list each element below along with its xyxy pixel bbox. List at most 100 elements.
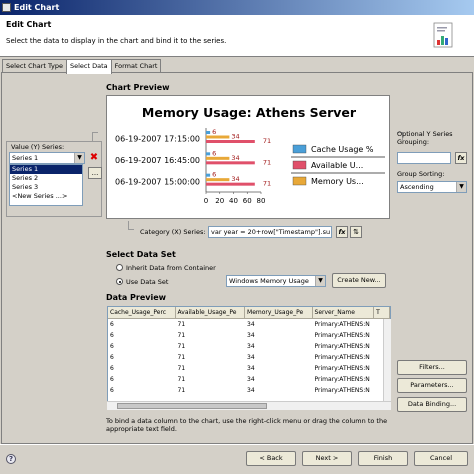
series-option[interactable]: <New Series ...> xyxy=(10,192,82,201)
delete-series-icon[interactable]: ✖ xyxy=(88,152,100,164)
create-new-button[interactable]: Create New... xyxy=(332,273,386,288)
help-icon[interactable]: ? xyxy=(6,454,16,464)
dialog-description: Select the data to display in the chart … xyxy=(6,37,227,45)
next-button[interactable]: Next > xyxy=(302,451,352,466)
table-cell: 71 xyxy=(177,387,186,394)
table-cell: 34 xyxy=(247,343,255,350)
legend-swatch xyxy=(292,176,307,186)
select-data-set-title: Select Data Set xyxy=(106,250,176,259)
chart-preview-title: Chart Preview xyxy=(106,83,170,92)
table-cell: 34 xyxy=(247,365,255,372)
value-series-select[interactable]: Series 1 ▼ xyxy=(9,152,85,164)
table-cell: Primary:ATHENS:N xyxy=(314,343,370,350)
data-binding-hint: To bind a data column to the chart, use … xyxy=(106,417,388,433)
column-header[interactable]: T xyxy=(374,307,390,318)
chevron-down-icon[interactable]: ▼ xyxy=(315,276,325,286)
group-sorting-value: Ascending xyxy=(400,183,434,191)
table-cell: 34 xyxy=(247,376,255,383)
back-button[interactable]: < Back xyxy=(246,451,296,466)
data-label: 71 xyxy=(263,180,271,188)
value-series-dropdown-list: Series 1 Series 2 Series 3 <New Series .… xyxy=(9,164,83,206)
table-cell: 6 xyxy=(110,387,114,394)
table-vertical-scrollbar[interactable] xyxy=(383,319,391,401)
bar xyxy=(206,140,255,143)
legend-label: Memory Us... xyxy=(311,177,364,186)
data-label: 6 xyxy=(212,149,216,157)
bar xyxy=(206,182,255,186)
table-cell: 6 xyxy=(110,365,114,372)
use-data-set-radio[interactable] xyxy=(116,278,123,285)
category-tick-label: 06-19-2007 15:00:00 xyxy=(115,177,200,186)
chart-preview: Memory Usage: Athens Server 06-19-2007 1… xyxy=(106,95,390,219)
inherit-data-radio[interactable] xyxy=(116,264,123,271)
bar xyxy=(206,156,230,160)
table-row[interactable]: 6 71 34 Primary:ATHENS:N xyxy=(108,374,390,385)
grouping-fx-button[interactable]: fx xyxy=(455,152,467,164)
column-header[interactable]: Cache_Usage_Perc xyxy=(108,307,176,318)
table-body: 6 71 34 Primary:ATHENS:N 6 71 34 Primary:ATHENS… xyxy=(108,319,390,396)
table-row[interactable]: 6 71 34 Primary:ATHENS:N xyxy=(108,352,390,363)
app-icon xyxy=(2,3,11,12)
grouping-field[interactable] xyxy=(397,152,451,164)
column-header[interactable]: Server_Name xyxy=(313,307,375,318)
table-row[interactable]: 6 71 34 Primary:ATHENS:N xyxy=(108,319,390,330)
table-cell: 71 xyxy=(177,321,186,328)
grouping-label: Optional Y Series Grouping: xyxy=(397,130,453,146)
category-tick-label: 06-19-2007 16:45:00 xyxy=(115,156,200,165)
x-tick-label: 80 xyxy=(257,197,266,205)
data-preview-table: Cache_Usage_Perc Available_Usage_Pe Memo… xyxy=(107,306,391,410)
table-cell: 6 xyxy=(110,321,114,328)
bar xyxy=(206,178,230,182)
group-sorting-label: Group Sorting: xyxy=(397,170,445,178)
table-cell: 6 xyxy=(110,354,114,361)
series-option[interactable]: Series 1 xyxy=(10,165,82,174)
table-cell: 71 xyxy=(177,332,186,339)
parameters-button[interactable]: Parameters... xyxy=(397,378,467,393)
filters-button[interactable]: Filters... xyxy=(397,360,467,375)
data-binding-button[interactable]: Data Binding... xyxy=(397,397,467,412)
data-label: 71 xyxy=(263,137,271,145)
table-cell: Primary:ATHENS:N xyxy=(314,332,370,339)
table-cell: 34 xyxy=(247,354,255,361)
tab-select-data[interactable]: Select Data xyxy=(65,59,112,74)
data-label: 6 xyxy=(212,128,216,136)
table-row[interactable]: 6 71 34 Primary:ATHENS:N xyxy=(108,341,390,352)
value-series-selected: Series 1 xyxy=(12,154,39,162)
chart-canvas: 06-19-2007 17:15:00 6 34 71 06-19-2007 16:45… xyxy=(115,128,385,205)
chevron-down-icon[interactable]: ▼ xyxy=(74,153,84,163)
value-series-more-button[interactable]: ... xyxy=(88,167,102,179)
tab-strip: Select Chart Type Select Data Format Cha… xyxy=(2,59,162,74)
tab-format-chart[interactable]: Format Chart xyxy=(110,59,162,73)
data-label: 71 xyxy=(263,158,271,166)
category-tick-label: 06-19-2007 17:15:00 xyxy=(115,135,200,144)
bar xyxy=(206,131,211,134)
cancel-button[interactable]: Cancel xyxy=(414,451,468,466)
dataset-value: Windows Memory Usage xyxy=(229,277,309,285)
column-header[interactable]: Memory_Usage_Pe xyxy=(245,307,313,318)
table-header: Cache_Usage_Perc Available_Usage_Pe Memo… xyxy=(108,307,390,319)
series-option[interactable]: Series 3 xyxy=(10,183,82,192)
tab-select-chart-type[interactable]: Select Chart Type xyxy=(2,59,67,73)
finish-button[interactable]: Finish xyxy=(358,451,408,466)
category-sort-button[interactable]: ⇅ xyxy=(350,226,362,238)
category-fx-button[interactable]: fx xyxy=(336,226,348,238)
table-row[interactable]: 6 71 34 Primary:ATHENS:N xyxy=(108,330,390,341)
table-horizontal-scrollbar[interactable] xyxy=(107,401,391,410)
bracket-line xyxy=(128,221,134,230)
column-header[interactable]: Available_Usage_Pe xyxy=(176,307,246,318)
dataset-select[interactable]: Windows Memory Usage ▼ xyxy=(226,275,326,287)
fx-icon: fx xyxy=(338,228,346,236)
scroll-thumb[interactable] xyxy=(117,403,267,409)
table-cell: 71 xyxy=(177,343,186,350)
x-tick-label: 0 xyxy=(204,197,208,205)
category-series-input[interactable]: var year = 20+row["Timestamp"].su xyxy=(208,226,332,238)
table-cell: Primary:ATHENS:N xyxy=(314,354,370,361)
table-row[interactable]: 6 71 34 Primary:ATHENS:N xyxy=(108,385,390,396)
group-sorting-select[interactable]: Ascending ▼ xyxy=(397,181,467,193)
legend-swatch xyxy=(292,144,307,154)
table-cell: 6 xyxy=(110,343,114,350)
table-row[interactable]: 6 71 34 Primary:ATHENS:N xyxy=(108,363,390,374)
series-option[interactable]: Series 2 xyxy=(10,174,82,183)
table-cell: 34 xyxy=(247,321,255,328)
chevron-down-icon[interactable]: ▼ xyxy=(456,182,466,192)
